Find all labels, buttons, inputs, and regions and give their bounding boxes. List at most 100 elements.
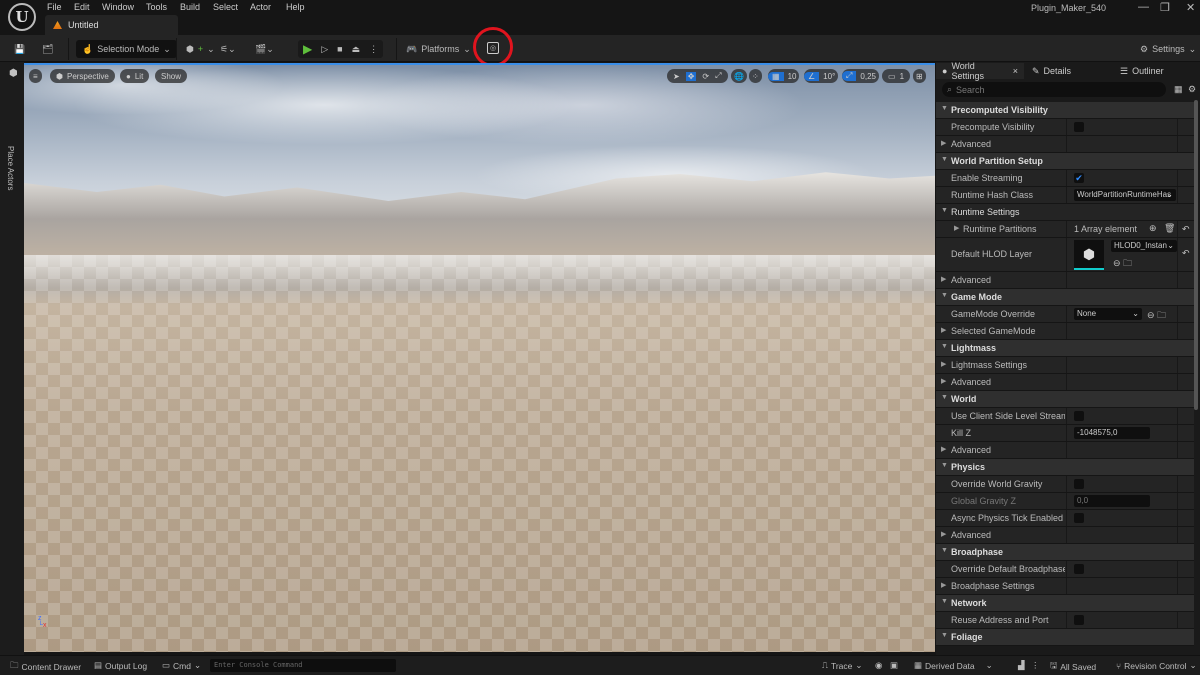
property-row[interactable]: ▼ Runtime Settings	[936, 204, 1194, 221]
console-input[interactable]: Enter Console Command	[210, 659, 396, 672]
restore-button[interactable]: ❐	[1160, 1, 1170, 14]
revision-control-dropdown[interactable]: ⑂ Revision Control ⌄	[1116, 660, 1197, 671]
close-tab-icon[interactable]: ×	[1013, 66, 1018, 76]
menu-file[interactable]: File	[45, 2, 64, 12]
screenshot-icon[interactable]: ▣	[890, 660, 898, 671]
play-button[interactable]: ▶	[303, 42, 312, 56]
search-input[interactable]: ⌕ Search	[942, 82, 1166, 97]
stats-icon[interactable]: ▟	[1018, 660, 1025, 671]
content-drawer-button[interactable]: 🗀 Content Drawer	[10, 660, 81, 674]
property-row[interactable]: ▶ Selected GameMode	[936, 323, 1194, 340]
property-row[interactable]: ▶ Advanced	[936, 272, 1194, 289]
play-options-button[interactable]: ⋮	[369, 44, 378, 55]
derived-data-dropdown[interactable]: ▦ Derived Data ⌄	[914, 660, 993, 671]
checkbox[interactable]	[1074, 479, 1084, 489]
lit-button[interactable]: ● Lit	[120, 69, 150, 83]
category-header[interactable]: ▼ World Partition Setup	[936, 153, 1194, 170]
collapse-arrow-icon[interactable]: ▼	[941, 462, 948, 469]
checkbox[interactable]	[1074, 615, 1084, 625]
platforms-dropdown[interactable]: 🎮 Platforms ⌄	[406, 40, 471, 58]
collapse-arrow-icon[interactable]: ▼	[941, 632, 948, 639]
combo-box[interactable]: WorldPartitionRuntimeHas ⌄	[1074, 189, 1176, 201]
blueprint-button[interactable]: ⚟⌄	[220, 40, 236, 58]
settings-icon[interactable]: ⚙	[1188, 84, 1196, 95]
category-header[interactable]: ▼ Broadphase	[936, 544, 1194, 561]
checkbox[interactable]	[1074, 564, 1084, 574]
collapse-arrow-icon[interactable]: ▼	[941, 547, 948, 554]
expand-arrow-icon[interactable]: ▶	[941, 377, 946, 385]
expand-arrow-icon[interactable]: ▶	[941, 360, 946, 368]
perspective-button[interactable]: ⬢ Perspective	[50, 69, 115, 83]
move-tool-icon[interactable]: ✥	[685, 71, 697, 81]
expand-arrow-icon[interactable]: ▶	[941, 275, 946, 283]
output-log-button[interactable]: ▤ Output Log	[94, 660, 147, 671]
browse-icon[interactable]: ⊖ 🗀	[1147, 308, 1166, 324]
category-header[interactable]: ▼ Network	[936, 595, 1194, 612]
place-actors-tab[interactable]: Place Actors	[6, 146, 15, 190]
checkbox[interactable]: ✔	[1074, 173, 1084, 183]
rotate-tool-icon[interactable]: ⟳	[702, 72, 709, 81]
expand-arrow-icon[interactable]: ▶	[954, 224, 959, 232]
viewport-menu-button[interactable]: ≡	[29, 69, 42, 83]
expand-arrow-icon[interactable]: ▶	[941, 326, 946, 334]
selection-mode-dropdown[interactable]: ☝ Selection Mode ⌄	[76, 40, 177, 58]
record-icon[interactable]: ◉	[875, 660, 882, 671]
cinematics-button[interactable]: 🎬⌄	[255, 40, 274, 58]
reset-icon[interactable]: ↶	[1182, 248, 1190, 259]
checkbox[interactable]	[1074, 411, 1084, 421]
all-saved-button[interactable]: 🖫 All Saved	[1050, 660, 1096, 674]
more-icon[interactable]: ⋮	[1031, 660, 1040, 671]
combo-box[interactable]: HLOD0_Instan ⌄	[1111, 240, 1177, 252]
unreal-logo-icon[interactable]: U	[8, 3, 36, 31]
save-icon[interactable]: 💾	[14, 40, 25, 58]
collapse-arrow-icon[interactable]: ▼	[941, 207, 948, 214]
collapse-arrow-icon[interactable]: ▼	[941, 156, 948, 163]
property-row[interactable]: ▶ Advanced	[936, 136, 1194, 153]
grid-snap[interactable]: ▦ 10	[768, 69, 800, 83]
tab-world-settings[interactable]: ● World Settings ×	[936, 61, 1024, 81]
category-header[interactable]: ▼ Physics	[936, 459, 1194, 476]
menu-window[interactable]: Window	[100, 2, 136, 12]
tab-details[interactable]: ✎ Details	[1026, 63, 1077, 79]
checkbox[interactable]	[1074, 513, 1084, 523]
view-options-icon[interactable]: ▦	[1174, 84, 1183, 95]
collapse-arrow-icon[interactable]: ▼	[941, 343, 948, 350]
cmd-dropdown[interactable]: ▭ Cmd ⌄	[162, 660, 201, 671]
category-header[interactable]: ▼ Precomputed Visibility	[936, 102, 1194, 119]
reset-icon[interactable]: ↶	[1182, 224, 1190, 235]
menu-edit[interactable]: Edit	[72, 2, 92, 12]
expand-arrow-icon[interactable]: ▶	[941, 530, 946, 538]
category-header[interactable]: ▼ World	[936, 391, 1194, 408]
scale-tool-icon[interactable]: ⤢	[715, 71, 721, 81]
select-tool-icon[interactable]: ➤	[673, 72, 680, 81]
scrollbar[interactable]	[1194, 100, 1198, 410]
property-row[interactable]: ▶ Runtime Partitions 1 Array element ⊕ 🗑 ↶	[936, 221, 1194, 238]
property-row[interactable]: ▶ Advanced	[936, 374, 1194, 391]
property-row[interactable]: ▶ Advanced	[936, 442, 1194, 459]
property-row[interactable]: ▶ Broadphase Settings	[936, 578, 1194, 595]
property-row[interactable]: ▶ Lightmass Settings	[936, 357, 1194, 374]
menu-select[interactable]: Select	[211, 2, 240, 12]
collapse-arrow-icon[interactable]: ▼	[941, 105, 948, 112]
menu-actor[interactable]: Actor	[248, 2, 273, 12]
delete-icon[interactable]: 🗑	[1164, 223, 1175, 234]
number-field[interactable]: -1048575,0	[1074, 427, 1150, 439]
world-local-icon[interactable]: 🌐	[731, 69, 747, 83]
surface-snap-icon[interactable]: ⁘	[749, 69, 762, 83]
number-field[interactable]: 0,0	[1074, 495, 1150, 507]
browse-icon[interactable]: ⊖ 🗀	[1113, 256, 1132, 272]
combo-box[interactable]: None ⌄	[1074, 308, 1142, 320]
property-row[interactable]: ▶ Advanced	[936, 527, 1194, 544]
layout-icon[interactable]: ⊞	[913, 69, 926, 83]
add-element-icon[interactable]: ⊕	[1149, 223, 1157, 234]
browse-icon[interactable]: 🗂	[42, 40, 53, 58]
collapse-arrow-icon[interactable]: ▼	[941, 598, 948, 605]
expand-arrow-icon[interactable]: ▶	[941, 445, 946, 453]
expand-arrow-icon[interactable]: ▶	[941, 139, 946, 147]
scale-snap[interactable]: ⤢ 0,25	[842, 69, 879, 83]
asset-thumbnail[interactable]: ⬢	[1074, 240, 1104, 270]
expand-arrow-icon[interactable]: ▶	[941, 581, 946, 589]
category-header[interactable]: ▼ Lightmass	[936, 340, 1194, 357]
settings-dropdown[interactable]: ⚙ Settings ⌄	[1140, 40, 1196, 58]
category-header[interactable]: ▼ Foliage	[936, 629, 1194, 646]
